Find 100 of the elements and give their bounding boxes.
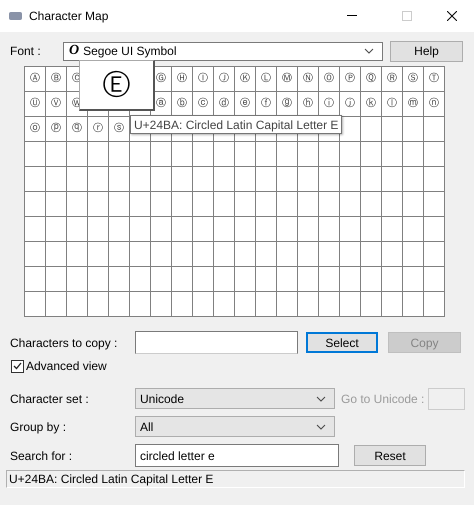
go-to-unicode-field[interactable]	[428, 388, 466, 410]
character-cell[interactable]	[403, 242, 424, 267]
character-cell[interactable]: ⓚ	[361, 92, 382, 117]
character-cell[interactable]	[403, 142, 424, 167]
character-cell[interactable]	[88, 292, 109, 317]
select-button[interactable]: Select	[306, 332, 378, 353]
character-cell[interactable]	[151, 242, 172, 267]
character-cell[interactable]	[151, 292, 172, 317]
character-cell[interactable]	[88, 242, 109, 267]
character-cell[interactable]	[424, 217, 445, 242]
character-cell[interactable]: Ⓐ	[25, 67, 46, 92]
character-cell[interactable]	[214, 242, 235, 267]
character-cell[interactable]	[340, 142, 361, 167]
group-by-dropdown[interactable]: All	[135, 416, 335, 437]
character-cell[interactable]	[130, 267, 151, 292]
character-cell[interactable]	[235, 292, 256, 317]
character-cell[interactable]	[382, 267, 403, 292]
character-cell[interactable]: ⓟ	[46, 117, 67, 142]
character-cell[interactable]	[67, 142, 88, 167]
character-cell[interactable]	[214, 267, 235, 292]
character-cell[interactable]	[109, 242, 130, 267]
character-cell[interactable]	[25, 167, 46, 192]
character-cell[interactable]	[130, 192, 151, 217]
character-cell[interactable]	[46, 242, 67, 267]
character-cell[interactable]	[424, 267, 445, 292]
character-cell[interactable]: Ⓘ	[193, 67, 214, 92]
character-cell[interactable]	[277, 192, 298, 217]
character-cell[interactable]	[235, 142, 256, 167]
character-cell[interactable]	[67, 192, 88, 217]
minimize-icon[interactable]	[347, 15, 357, 17]
font-dropdown[interactable]: O Segoe UI Symbol	[63, 42, 383, 60]
character-cell[interactable]	[235, 167, 256, 192]
character-cell[interactable]	[46, 192, 67, 217]
character-cell[interactable]	[172, 242, 193, 267]
character-cell[interactable]	[109, 167, 130, 192]
character-cell[interactable]	[361, 242, 382, 267]
character-cell[interactable]: Ⓛ	[256, 67, 277, 92]
character-cell[interactable]	[382, 217, 403, 242]
character-cell[interactable]	[25, 217, 46, 242]
character-cell[interactable]	[277, 267, 298, 292]
character-cell[interactable]	[235, 267, 256, 292]
character-cell[interactable]	[172, 292, 193, 317]
character-cell[interactable]	[256, 242, 277, 267]
character-cell[interactable]	[67, 167, 88, 192]
character-cell[interactable]	[151, 167, 172, 192]
character-cell[interactable]	[25, 192, 46, 217]
character-cell[interactable]	[67, 267, 88, 292]
character-cell[interactable]	[340, 242, 361, 267]
character-cell[interactable]	[235, 242, 256, 267]
character-cell[interactable]	[130, 167, 151, 192]
character-cell[interactable]: Ⓠ	[361, 67, 382, 92]
advanced-view-checkbox[interactable]	[11, 360, 24, 372]
character-cell[interactable]	[214, 167, 235, 192]
character-cell[interactable]	[193, 167, 214, 192]
character-cell[interactable]	[25, 142, 46, 167]
character-cell[interactable]	[235, 217, 256, 242]
character-cell[interactable]	[277, 142, 298, 167]
character-cell[interactable]: ⓡ	[88, 117, 109, 142]
characters-to-copy-field[interactable]	[135, 331, 298, 354]
character-cell[interactable]: Ⓥ	[46, 92, 67, 117]
character-cell[interactable]	[424, 292, 445, 317]
character-cell[interactable]	[319, 242, 340, 267]
character-cell[interactable]	[277, 167, 298, 192]
character-cell[interactable]	[88, 167, 109, 192]
close-icon[interactable]	[447, 11, 457, 21]
character-cell[interactable]	[109, 217, 130, 242]
character-cell[interactable]	[25, 267, 46, 292]
character-cell[interactable]	[193, 217, 214, 242]
character-cell[interactable]	[340, 192, 361, 217]
reset-button[interactable]: Reset	[354, 445, 426, 466]
character-cell[interactable]	[382, 117, 403, 142]
character-cell[interactable]	[382, 192, 403, 217]
character-cell[interactable]	[256, 217, 277, 242]
character-cell[interactable]	[298, 242, 319, 267]
character-cell[interactable]	[214, 192, 235, 217]
character-cell[interactable]	[214, 142, 235, 167]
character-cell[interactable]	[214, 217, 235, 242]
character-cell[interactable]	[67, 242, 88, 267]
character-cell[interactable]	[319, 192, 340, 217]
character-cell[interactable]	[193, 292, 214, 317]
character-cell[interactable]	[298, 142, 319, 167]
character-cell[interactable]	[382, 242, 403, 267]
character-set-dropdown[interactable]: Unicode	[135, 388, 335, 409]
character-cell[interactable]	[340, 217, 361, 242]
character-cell[interactable]	[277, 292, 298, 317]
character-cell[interactable]	[361, 117, 382, 142]
character-cell[interactable]	[256, 142, 277, 167]
character-cell[interactable]	[361, 142, 382, 167]
character-cell[interactable]	[172, 217, 193, 242]
character-cell[interactable]	[130, 142, 151, 167]
character-cell[interactable]	[214, 292, 235, 317]
character-cell[interactable]	[46, 167, 67, 192]
character-cell[interactable]	[67, 217, 88, 242]
character-cell[interactable]	[88, 267, 109, 292]
character-cell[interactable]	[88, 192, 109, 217]
character-cell[interactable]	[151, 142, 172, 167]
character-cell[interactable]	[193, 192, 214, 217]
character-cell[interactable]	[193, 267, 214, 292]
character-cell[interactable]	[25, 292, 46, 317]
character-cell[interactable]	[424, 167, 445, 192]
